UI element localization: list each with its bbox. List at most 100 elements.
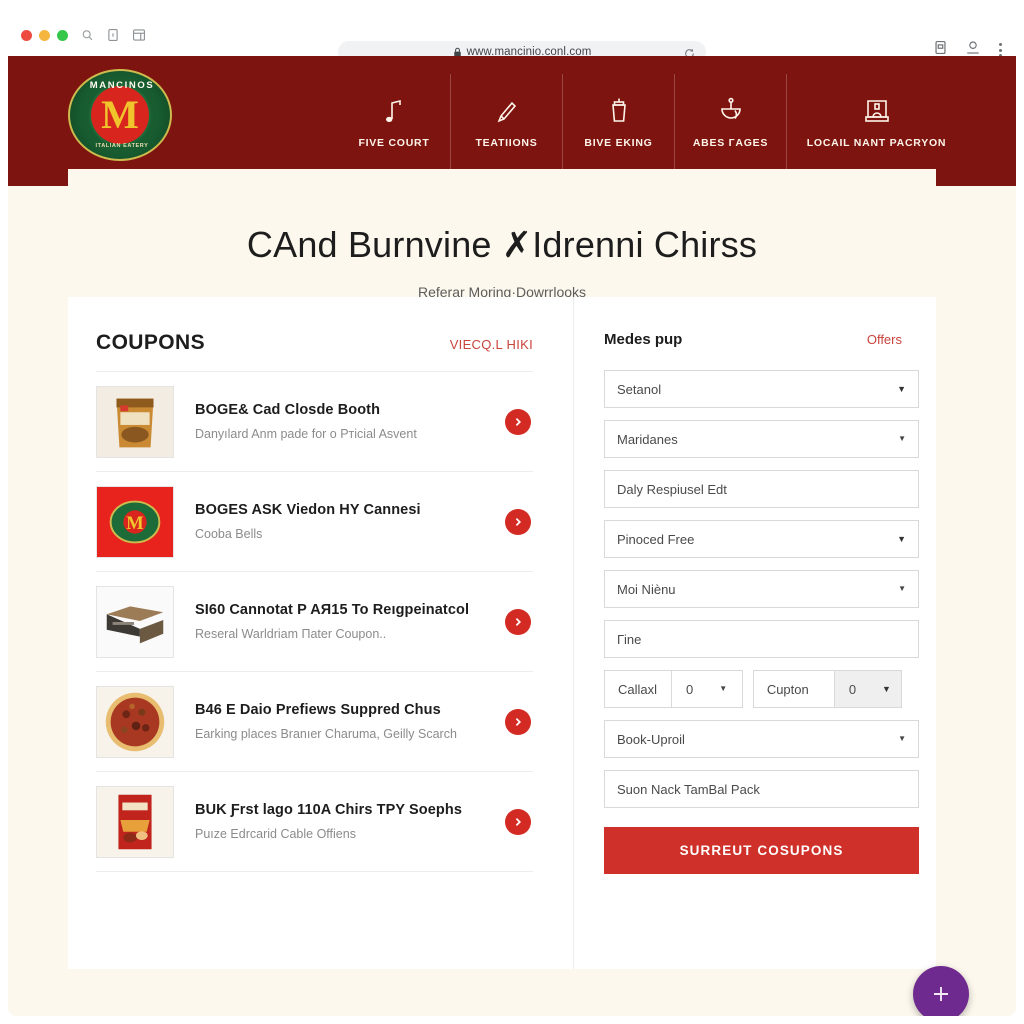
kebab-menu-icon[interactable] — [999, 43, 1002, 57]
field-value: Pinoced Free — [617, 531, 695, 547]
nav-label: LOCAIL NANT PACRYON — [806, 137, 947, 149]
chevron-down-icon: ▼ — [719, 684, 728, 693]
chevron-right-icon[interactable] — [505, 508, 531, 535]
chevron-right-icon[interactable] — [505, 808, 531, 835]
offers-link[interactable]: Offers — [867, 332, 902, 347]
nav-label: TEATIIONS — [475, 137, 538, 149]
brand-logo-inner: M — [91, 86, 149, 144]
coupon-title: B46 E Daio Prefiews Suppred Chus — [195, 702, 441, 718]
order-form-panel: Medes pup Offers Setanol ▼ Maridanes ▼ D… — [573, 297, 936, 969]
window-controls[interactable] — [21, 29, 68, 41]
chevron-down-icon: ▼ — [898, 584, 906, 593]
callaxl-group[interactable]: Callaxl 0 ▼ — [604, 670, 743, 708]
chevron-right-icon[interactable] — [505, 608, 531, 635]
chevron-down-icon: ▼ — [897, 533, 906, 544]
nav-item-abes-gages[interactable]: ABES ГAGES — [674, 74, 786, 170]
maridanes-select[interactable]: Maridanes ▼ — [604, 420, 919, 458]
snack-bag-thumb — [96, 385, 174, 458]
chips-bag-thumb — [96, 785, 174, 858]
main-nav: FIVE COURT TEATIIONS BIVE EKING ABES ГAG… — [338, 74, 966, 170]
plus-icon — [934, 987, 948, 1001]
coupon-text: BUK Ƒrst lago 110A Chirs TPY Soephs Puız… — [174, 802, 505, 841]
add-floating-action-button[interactable] — [913, 966, 969, 1016]
coupons-title: COUPONS — [96, 331, 205, 354]
browser-chrome: www.mancinio.conl.com — [8, 14, 1016, 63]
suon-nack-input[interactable]: Suon Nack TamBal Pack — [604, 770, 919, 808]
nav-item-five-court[interactable]: FIVE COURT — [338, 74, 450, 170]
panel-icon[interactable] — [132, 28, 146, 42]
quantity-value: 0 — [686, 681, 694, 697]
content-card: COUPONS VIECQ.L HIKІ BOGE& Cad Closde Bo… — [68, 297, 936, 969]
coupon-row[interactable]: BOGE& Cad Closde Booth Danyılard Anm pad… — [96, 372, 533, 472]
nav-label: FIVE COURT — [358, 137, 430, 149]
cup-icon — [608, 95, 630, 125]
coupon-row[interactable]: B46 E Daio Prefiews Suppred Chus Earking… — [96, 672, 533, 772]
storefront-icon — [864, 95, 890, 125]
page-title: CAnd Burnvine ✗Idrenni Chirss — [246, 223, 758, 265]
coupon-text: BOGES ASK Viedon HY Cannesi Cooba Bells — [174, 502, 505, 541]
form-header: Medes pup Offers — [574, 331, 902, 348]
coupon-title: BOGE& Cad Closde Booth — [195, 402, 381, 418]
coupon-row[interactable]: M BOGES ASK Viedon HY Cannesi Cooba Bell… — [96, 472, 533, 572]
pencil-icon — [495, 95, 519, 125]
browser-window: www.mancinio.conl.com MANCINOS M ITALIAN… — [0, 0, 1024, 1024]
field-value: Maridanes — [617, 431, 678, 447]
nav-item-teatiions[interactable]: TEATIIONS — [450, 74, 562, 170]
field-value: Daly Respiusel Edt — [617, 481, 727, 497]
coupon-subtitle: Cooba Bells — [195, 527, 263, 541]
setanol-select[interactable]: Setanol ▼ — [604, 370, 919, 408]
fine-input[interactable]: Гine — [604, 620, 919, 658]
nav-label: BIVE EKING — [584, 137, 653, 149]
maximize-window-button[interactable] — [57, 29, 68, 41]
chevron-down-icon: ▼ — [897, 383, 906, 394]
close-window-button[interactable] — [21, 29, 32, 41]
stepper-row: Callaxl 0 ▼ Cupton 0 ▼ — [604, 670, 902, 708]
cupton-group[interactable]: Cupton 0 ▼ — [752, 670, 902, 708]
brand-tagline: ITALIAN EATERY — [95, 143, 149, 149]
coupon-text: SI60 Cannotat P AЯ15 To Reıgpeinatcol Re… — [174, 602, 505, 641]
chevron-down-icon: ▼ — [882, 683, 891, 694]
field-value: Moi Niènu — [617, 581, 676, 597]
chevron-down-icon: ▼ — [898, 434, 906, 443]
chevron-right-icon[interactable] — [505, 708, 531, 735]
coupon-row[interactable]: SI60 Cannotat P AЯ15 To Reıgpeinatcol Re… — [96, 572, 533, 672]
coupon-text: B46 E Daio Prefiews Suppred Chus Earking… — [174, 702, 505, 741]
daly-respiusel-input[interactable]: Daly Respiusel Edt — [604, 470, 919, 508]
bowl-icon — [718, 95, 744, 125]
coupons-view-all-link[interactable]: VIECQ.L HIKІ — [450, 337, 533, 352]
brand-letter: M — [101, 92, 139, 137]
coupon-subtitle: Puıze Edrcarid Cable Offiens — [195, 827, 356, 841]
tab-icon[interactable] — [107, 28, 119, 42]
page-viewport: MANCINOS M ITALIAN EATERY FIVE COURT TEA… — [8, 56, 1016, 1016]
field-value: Setanol — [617, 381, 662, 397]
coupons-panel: COUPONS VIECQ.L HIKІ BOGE& Cad Closde Bo… — [68, 297, 573, 969]
nav-label: ABES ГAGES — [692, 137, 769, 149]
chevron-down-icon: ▼ — [898, 734, 906, 743]
pizza-thumb — [96, 685, 174, 758]
callaxl-quantity-select[interactable]: 0 ▼ — [671, 671, 737, 707]
minimize-window-button[interactable] — [39, 29, 50, 41]
box-thumb — [96, 585, 174, 658]
field-value: Suon Nack TamBal Pack — [617, 781, 760, 797]
field-value: Гine — [617, 631, 642, 647]
brand-logo[interactable]: MANCINOS M ITALIAN EATERY — [68, 69, 172, 161]
moi-nienu-select[interactable]: Moi Niènu ▼ — [604, 570, 919, 608]
pinoced-free-select[interactable]: Pinoced Free ▼ — [604, 520, 919, 558]
form-title: Medes pup — [604, 331, 683, 348]
coupon-title: BOGES ASK Viedon HY Cannesi — [195, 502, 421, 518]
nav-item-bive-eking[interactable]: BIVE EKING — [562, 74, 674, 170]
chevron-right-icon[interactable] — [505, 408, 531, 435]
logo-tile-thumb: M — [96, 485, 174, 558]
site-header: MANCINOS M ITALIAN EATERY FIVE COURT TEA… — [8, 56, 1016, 186]
book-uproil-select[interactable]: Book-Uproil ▼ — [604, 720, 919, 758]
field-value: Book-Uproil — [617, 731, 685, 747]
coupon-title: SI60 Cannotat P AЯ15 To Reıgpeinatcol — [195, 602, 470, 618]
nav-item-locail-nant-pacryon[interactable]: LOCAIL NANT PACRYON — [786, 74, 966, 170]
group-label: Callaxl — [618, 681, 658, 697]
submit-coupons-button[interactable]: SURREUT COSUPONS — [604, 827, 919, 874]
coupon-row[interactable]: BUK Ƒrst lago 110A Chirs TPY Soephs Puız… — [96, 772, 533, 872]
coupon-subtitle: Earking places Branıer Charuma, Geilly S… — [195, 727, 457, 741]
search-icon[interactable] — [81, 29, 94, 42]
cupton-quantity-select[interactable]: 0 ▼ — [833, 671, 901, 707]
coupons-header: COUPONS VIECQ.L HIKІ — [96, 331, 533, 355]
